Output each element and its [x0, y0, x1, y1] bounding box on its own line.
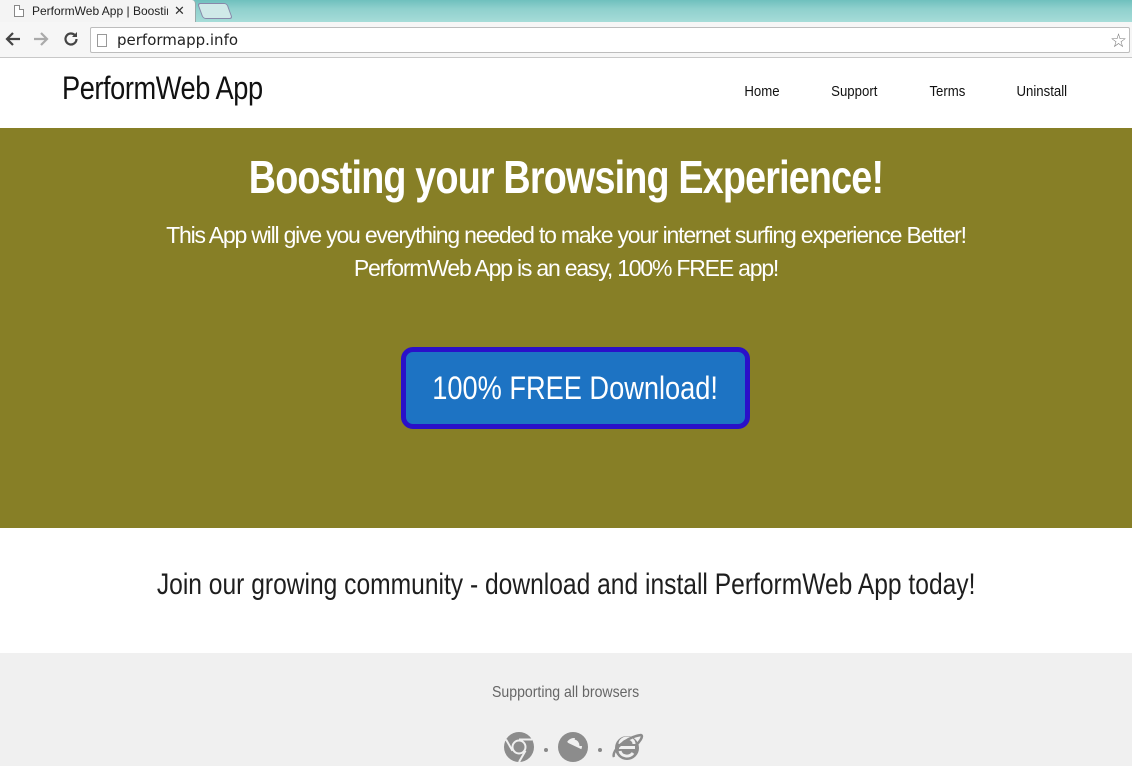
browser-support-footer: Supporting all browsers: [0, 653, 1132, 766]
new-tab-button[interactable]: [197, 3, 233, 19]
bookmark-star-icon[interactable]: ☆: [1110, 30, 1127, 53]
download-button[interactable]: 100% FREE Download!: [401, 347, 750, 429]
browser-toolbar: performapp.info ☆: [0, 22, 1132, 58]
tab-title: PerformWeb App | Boostin: [32, 4, 168, 18]
nav-support[interactable]: Support: [831, 83, 877, 100]
forward-arrow-icon[interactable]: [31, 30, 51, 50]
back-arrow-icon[interactable]: [3, 30, 23, 50]
site-header: PerformWeb App Home Support Terms Uninst…: [0, 58, 1132, 128]
firefox-icon: [557, 731, 589, 766]
hero-section: Boosting your Browsing Experience! This …: [0, 128, 1132, 528]
download-button-label: 100% FREE Download!: [432, 370, 719, 406]
reload-icon[interactable]: [61, 30, 81, 50]
page-icon: [97, 33, 107, 47]
url-text[interactable]: performapp.info: [117, 31, 238, 49]
browser-tab[interactable]: PerformWeb App | Boostin ✕: [0, 0, 196, 22]
page-icon: [14, 5, 24, 17]
site-logo[interactable]: PerformWeb App: [62, 70, 263, 107]
separator-dot: [598, 747, 602, 752]
internet-explorer-icon: [611, 731, 645, 766]
close-tab-icon[interactable]: ✕: [174, 3, 185, 19]
main-nav: Home Support Terms Uninstall: [696, 83, 1071, 100]
nav-terms[interactable]: Terms: [929, 83, 965, 100]
community-text: Join our growing community - download an…: [156, 568, 976, 601]
hero-title: Boosting your Browsing Experience!: [248, 151, 884, 203]
separator-dot: [544, 747, 548, 752]
hero-description: This App will give you everything needed…: [166, 222, 967, 248]
community-banner: Join our growing community - download an…: [0, 568, 1132, 602]
tab-strip: PerformWeb App | Boostin ✕: [0, 0, 1132, 22]
browser-icons: [503, 731, 645, 766]
nav-uninstall[interactable]: Uninstall: [1017, 83, 1068, 100]
nav-home[interactable]: Home: [744, 83, 779, 100]
hero-subdescription: PerformWeb App is an easy, 100% FREE app…: [353, 255, 779, 281]
footer-title: Supporting all browsers: [492, 684, 640, 701]
chrome-icon: [503, 731, 535, 766]
address-bar[interactable]: performapp.info ☆: [90, 27, 1130, 53]
